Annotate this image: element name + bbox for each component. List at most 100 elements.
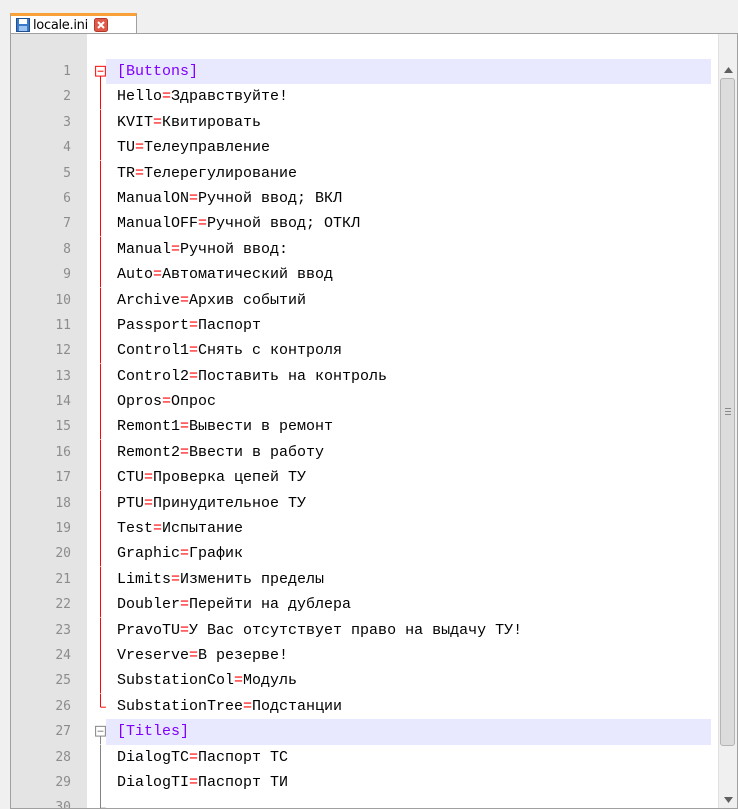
equals-sign: = <box>153 266 163 284</box>
value: Ручной ввод; ОТКЛ <box>207 215 361 233</box>
equals-sign: = <box>189 316 199 334</box>
code-line[interactable]: 19 Test=Испытание <box>11 516 711 542</box>
line-number: 7 <box>63 216 71 232</box>
line-text: ManualON=Ручной ввод; ВКЛ <box>117 186 342 211</box>
close-icon[interactable] <box>93 18 108 32</box>
equals-sign: = <box>135 139 145 157</box>
fold-minus-icon[interactable] <box>95 59 106 85</box>
key: DialogTI <box>117 773 190 791</box>
line-number: 13 <box>55 368 71 384</box>
value: Модуль <box>243 672 298 690</box>
key: PTU <box>117 494 145 512</box>
code-line[interactable]: 25 SubstationCol=Модуль <box>11 668 711 694</box>
equals-sign: = <box>162 88 172 106</box>
value: Проверка цепей ТУ <box>153 469 307 487</box>
value: Телерегулирование <box>144 164 298 182</box>
code-line[interactable]: 6 ManualON=Ручной ввод; ВКЛ <box>11 185 711 212</box>
code-line[interactable]: 2 Hello=Здравствуйте! <box>11 84 711 110</box>
line-number: 17 <box>55 470 71 486</box>
fold-line <box>100 592 101 618</box>
fold-end-marker <box>100 795 101 808</box>
scroll-down-arrow-icon[interactable] <box>719 791 737 808</box>
code-line[interactable]: 8 Manual=Ручной ввод: <box>11 236 711 263</box>
value: Автоматический ввод <box>162 266 334 284</box>
line-text: DialogTC=Паспорт ТС <box>117 745 288 770</box>
code-line[interactable]: 5 TR=Телерегулирование <box>11 160 711 186</box>
line-text: TU=Телеуправление <box>117 135 270 160</box>
line-text: Archive=Архив событий <box>117 288 306 313</box>
key: Archive <box>117 291 181 309</box>
code-line[interactable]: 24 Vreserve=В резерве! <box>11 642 711 669</box>
code-line[interactable]: 30 <box>11 795 711 808</box>
editor-pane[interactable]: 1 [Buttons] 2 Hello=Здравствуйте! 3 KVIT=Квит… <box>10 33 738 809</box>
line-text: TR=Телерегулирование <box>117 161 297 186</box>
section-line[interactable]: 1 [Buttons] <box>11 59 711 85</box>
fold-line <box>100 566 101 593</box>
fold-line <box>100 744 101 770</box>
code-line[interactable]: 10 Archive=Архив событий <box>11 287 711 313</box>
value: Изменить пределы <box>180 570 325 588</box>
line-background <box>106 795 711 808</box>
scroll-up-arrow-icon[interactable] <box>719 61 737 78</box>
code-line[interactable]: 3 KVIT=Квитировать <box>11 109 711 136</box>
code-line[interactable]: 29 DialogTI=Паспорт ТИ <box>11 769 711 796</box>
code-line[interactable]: 18 PTU=Принудительное ТУ <box>11 490 711 517</box>
value: Архив событий <box>189 291 307 309</box>
line-number: 20 <box>55 546 71 562</box>
fold-minus-icon[interactable] <box>95 719 106 745</box>
line-number: 1 <box>63 64 71 79</box>
line-text: Manual=Ручной ввод: <box>117 237 288 262</box>
fold-line <box>100 668 101 694</box>
line-number: 16 <box>55 444 71 460</box>
value: Ручной ввод: <box>180 240 289 258</box>
line-number: 4 <box>63 140 71 156</box>
fold-line <box>100 185 101 212</box>
line-text: Control1=Снять с контроля <box>117 338 342 363</box>
equals-sign: = <box>198 215 208 233</box>
code-line[interactable]: 28 DialogTC=Паспорт ТС <box>11 744 711 770</box>
code-line[interactable]: 22 Doubler=Перейти на дублера <box>11 592 711 618</box>
code-line[interactable]: 21 Limits=Изменить пределы <box>11 566 711 593</box>
line-number: 11 <box>55 317 71 333</box>
tab-locale-ini[interactable]: locale.ini <box>10 13 137 34</box>
code-line[interactable]: 15 Remont1=Вывести в ремонт <box>11 414 711 440</box>
value: Опрос <box>171 393 217 411</box>
line-number: 12 <box>55 343 71 359</box>
fold-line <box>100 389 101 415</box>
code-line[interactable]: 26 SubstationTree=Подстанции <box>11 693 711 719</box>
line-number: 9 <box>63 267 71 283</box>
grip-icon <box>725 408 731 417</box>
value: У Вас отсутствует право на выдачу ТУ! <box>189 621 523 639</box>
equals-sign: = <box>189 773 199 791</box>
key: ManualON <box>117 189 190 207</box>
code-line[interactable]: 14 Opros=Опрос <box>11 389 711 415</box>
fold-line <box>100 414 101 440</box>
value: График <box>189 545 244 563</box>
code-line[interactable]: 4 TU=Телеуправление <box>11 135 711 161</box>
scrollbar-thumb[interactable] <box>720 78 735 746</box>
code-line[interactable]: 17 CTU=Проверка цепей ТУ <box>11 465 711 491</box>
value: Здравствуйте! <box>171 88 289 106</box>
equals-sign: = <box>135 164 145 182</box>
code-line[interactable]: 16 Remont2=Ввести в работу <box>11 439 711 466</box>
line-number: 10 <box>55 292 71 308</box>
equals-sign: = <box>189 367 199 385</box>
fold-line <box>100 541 101 567</box>
section-line[interactable]: 27 [Titles] <box>11 719 711 745</box>
value: Паспорт ТИ <box>198 773 289 791</box>
code-line[interactable]: 20 Graphic=График <box>11 541 711 567</box>
code-line[interactable]: 7 ManualOFF=Ручной ввод; ОТКЛ <box>11 211 711 237</box>
code-line[interactable]: 13 Control2=Поставить на контроль <box>11 363 711 390</box>
code-line[interactable]: 11 Passport=Паспорт <box>11 312 711 339</box>
code-line[interactable]: 23 PravoTU=У Вас отсутствует право на выд… <box>11 617 711 643</box>
code-line[interactable]: 9 Auto=Автоматический ввод <box>11 262 711 288</box>
code-line[interactable]: 12 Control1=Снять с контроля <box>11 338 711 364</box>
fold-line <box>100 439 101 466</box>
fold-line <box>100 769 101 796</box>
vertical-scrollbar[interactable] <box>718 34 737 808</box>
equals-sign: = <box>171 240 181 258</box>
fold-line <box>100 363 101 390</box>
value: Испытание <box>162 520 244 538</box>
fold-line <box>100 211 101 237</box>
fold-line <box>100 312 101 339</box>
